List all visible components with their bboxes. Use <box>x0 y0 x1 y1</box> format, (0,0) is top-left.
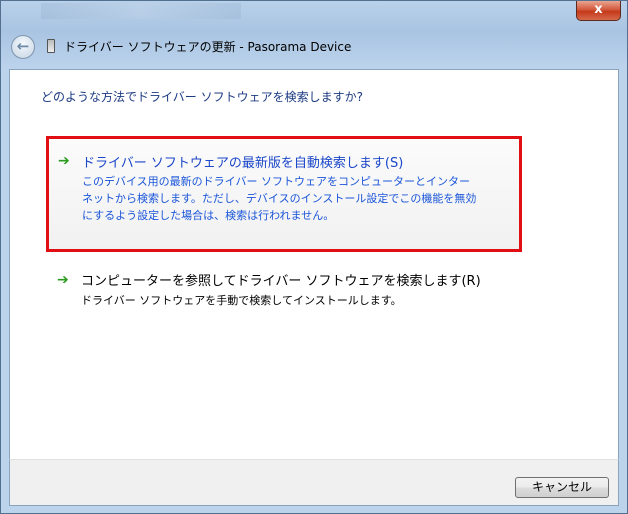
content-panel: どのような方法でドライバー ソフトウェアを検索しますか? ➔ ドライバー ソフト… <box>9 69 619 459</box>
auto-search-option[interactable]: ➔ ドライバー ソフトウェアの最新版を自動検索します(S) このデバイス用の最新… <box>46 136 522 252</box>
dialog-title: ドライバー ソフトウェアの更新 - Pasorama Device <box>64 40 352 54</box>
description-line: ネットから検索します。ただし、デバイスのインストール設定でこの機能を無効 <box>82 192 477 205</box>
question-heading: どのような方法でドライバー ソフトウェアを検索しますか? <box>41 90 363 104</box>
green-arrow-icon: ➔ <box>58 153 70 169</box>
close-button[interactable]: x <box>576 1 621 21</box>
device-icon <box>47 39 55 53</box>
description-line: このデバイス用の最新のドライバー ソフトウェアをコンピューターとインター <box>82 175 470 188</box>
close-icon: x <box>594 2 603 17</box>
cancel-button[interactable]: キャンセル <box>515 477 609 498</box>
browse-option-description: ドライバー ソフトウェアを手動で検索してインストールします。 <box>81 294 402 307</box>
dialog-footer: キャンセル <box>9 459 619 506</box>
back-arrow-icon: ← <box>16 37 30 55</box>
titlebar-background <box>41 3 241 19</box>
description-line: にするよう設定した場合は、検索は行われません。 <box>82 209 335 222</box>
auto-search-description: このデバイス用の最新のドライバー ソフトウェアをコンピューターとインター ネット… <box>82 173 522 224</box>
back-button[interactable]: ← <box>11 35 35 59</box>
dialog-window: x ← ドライバー ソフトウェアの更新 - Pasorama Device どの… <box>0 0 628 514</box>
auto-search-title[interactable]: ドライバー ソフトウェアの最新版を自動検索します(S) <box>82 152 403 171</box>
browse-option-title[interactable]: コンピューターを参照してドライバー ソフトウェアを検索します(R) <box>81 270 481 289</box>
green-arrow-icon: ➔ <box>57 272 69 288</box>
